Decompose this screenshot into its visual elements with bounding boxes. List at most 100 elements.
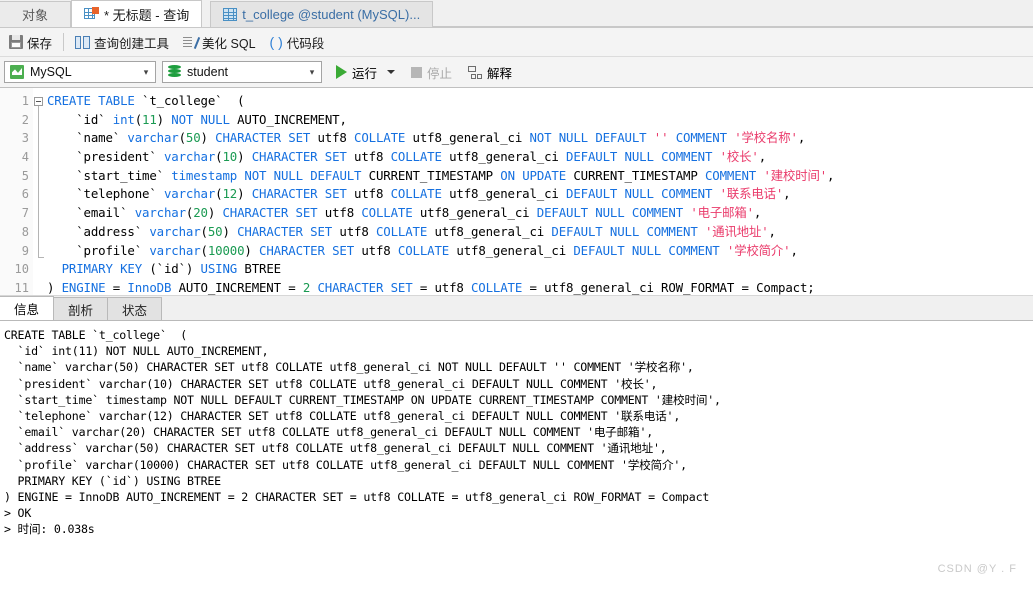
tab-message-label: 信息 <box>14 303 40 317</box>
tab-status-label: 状态 <box>122 303 148 318</box>
code-token: NULL <box>273 167 303 183</box>
code-token: ( <box>178 130 186 146</box>
message-output[interactable]: CREATE TABLE `t_college` ( `id` int(11) … <box>0 321 1033 551</box>
code-token: NULL <box>624 186 654 202</box>
code-token: 10000 <box>207 242 245 258</box>
run-button[interactable]: 运行 <box>332 60 399 84</box>
explain-icon <box>468 65 483 79</box>
fold-guide-line <box>38 106 39 258</box>
code-token: 20 <box>193 205 208 221</box>
code-token: utf8_general_ci <box>405 130 530 146</box>
code-line: `start_time` timestamp NOT NULL DEFAULT … <box>47 167 1033 186</box>
code-fold-column[interactable] <box>33 88 47 295</box>
code-token: varchar <box>163 149 216 165</box>
tab-t-college[interactable]: t_college @student (MySQL)... <box>210 1 434 27</box>
code-token: ) <box>244 242 260 258</box>
code-token: CURRENT_TIMESTAMP <box>566 167 705 183</box>
sql-code-area[interactable]: CREATE TABLE `t_college` ( `id` int(11) … <box>47 88 1033 295</box>
save-button-label: 保存 <box>27 36 53 51</box>
code-token: NULL <box>595 205 625 221</box>
tab-untitled-query[interactable]: * 无标题 - 查询 <box>71 0 203 27</box>
fold-end-marker <box>38 257 44 258</box>
code-token: '学校名称' <box>734 130 798 146</box>
code-token: CURRENT_TIMESTAMP <box>361 167 501 183</box>
code-token: utf8 <box>354 242 398 258</box>
code-token: PRIMARY KEY <box>61 261 143 277</box>
code-line: ) ENGINE = InnoDB AUTO_INCREMENT = 2 CHA… <box>47 279 1033 295</box>
caret-down-icon[interactable] <box>387 70 396 74</box>
tab-message[interactable]: 信息 <box>0 296 55 320</box>
line-number: 8 <box>21 224 29 239</box>
database-select-value: student <box>187 65 229 79</box>
code-token: USING <box>200 261 238 277</box>
code-token: TABLE <box>98 93 135 108</box>
code-token: NOT <box>529 130 552 146</box>
code-token: utf8 <box>346 186 391 202</box>
parentheses-icon: ( ) <box>269 34 283 50</box>
code-token: utf8 <box>310 130 355 146</box>
code-snippet-button[interactable]: ( ) 代码段 <box>263 30 332 54</box>
code-token: int <box>112 111 135 127</box>
query-icon <box>84 7 100 21</box>
sql-editor[interactable]: 1 2 3 4 5 6 7 8 9 10 11 CREATE TABLE `t_college` (… <box>0 88 1033 296</box>
database-select[interactable]: student ▾ <box>162 61 322 83</box>
code-token: utf8 <box>332 223 376 239</box>
beautify-sql-button[interactable]: 美化 SQL <box>176 30 263 54</box>
editor-toolbar: 保存 查询创建工具 美化 SQL ( ) 代码段 <box>0 28 1033 57</box>
save-button[interactable]: 保存 <box>2 30 59 54</box>
code-token: CHARACTER SET <box>251 186 347 202</box>
code-token: ( <box>200 223 208 239</box>
code-token: CHARACTER SET <box>222 205 318 221</box>
connection-select[interactable]: MySQL ▾ <box>4 61 156 83</box>
query-builder-icon <box>75 35 91 49</box>
code-token: BTREE <box>237 261 281 277</box>
fold-toggle-icon[interactable] <box>34 97 43 106</box>
code-token: 50 <box>207 223 223 239</box>
tab-profile[interactable]: 剖析 <box>53 297 109 320</box>
code-token: CHARACTER SET <box>259 242 355 258</box>
line-number-gutter: 1 2 3 4 5 6 7 8 9 10 11 <box>0 88 33 295</box>
query-builder-button[interactable]: 查询创建工具 <box>68 30 176 54</box>
code-token: AUTO_INCREMENT, <box>229 111 347 127</box>
code-token: ) <box>156 111 172 127</box>
code-token: NULL <box>558 130 588 146</box>
connection-toolbar: MySQL ▾ student ▾ 运行 停止 解释 <box>0 57 1033 88</box>
code-token: COMMENT <box>646 223 698 239</box>
window-tab-bar: 对象 * 无标题 - 查询 t_college @student (MySQL)… <box>0 0 1033 28</box>
code-token: varchar <box>134 205 186 221</box>
code-token: COLLATE <box>375 223 428 239</box>
code-token: , <box>827 167 835 183</box>
play-icon <box>336 65 347 79</box>
line-number: 3 <box>21 131 29 146</box>
stop-button-label: 停止 <box>427 66 453 81</box>
code-token: = utf8_general_ci ROW_FORMAT = Compact; <box>522 279 815 295</box>
mysql-icon <box>10 65 24 79</box>
line-number: 10 <box>14 262 29 277</box>
tab-status[interactable]: 状态 <box>107 297 163 320</box>
code-token: 10 <box>222 149 238 165</box>
result-tab-bar: 信息 剖析 状态 <box>0 296 1033 321</box>
code-token: '建校时间' <box>763 167 828 183</box>
code-snippet-label: 代码段 <box>286 36 325 51</box>
line-number: 2 <box>21 112 29 127</box>
code-token: varchar <box>149 242 201 258</box>
code-token: `start_time` <box>47 167 172 183</box>
tab-objects[interactable]: 对象 <box>0 1 72 27</box>
code-token: COLLATE <box>390 186 442 202</box>
code-line: `id` int(11) NOT NULL AUTO_INCREMENT, <box>47 111 1033 130</box>
code-token: COMMENT <box>661 149 713 165</box>
explain-button[interactable]: 解释 <box>464 60 516 84</box>
code-token: ) <box>207 205 223 221</box>
chevron-down-icon: ▾ <box>309 66 315 77</box>
code-token: = utf8 <box>412 279 471 295</box>
